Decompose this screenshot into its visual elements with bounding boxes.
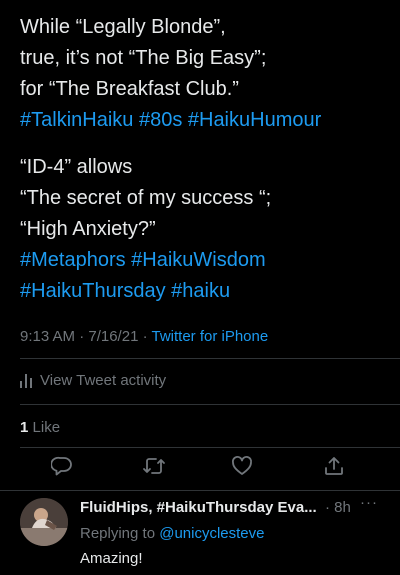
- hashtag-line[interactable]: #TalkinHaiku #80s #HaikuHumour: [20, 105, 390, 136]
- tweet-line: for “The Breakfast Club.”: [20, 78, 239, 100]
- tweet-line: true, it’s not “The Big Easy”;: [20, 47, 267, 69]
- reply-author-name: FluidHips, #HaikuThursday Eva...: [80, 499, 317, 516]
- replying-to: Replying to @unicyclesteve: [80, 525, 265, 542]
- tweet-source-link[interactable]: Twitter for iPhone: [151, 328, 268, 345]
- divider: [20, 447, 400, 448]
- share-icon: [323, 455, 345, 482]
- like-count-label: Like: [32, 419, 61, 436]
- tweet-text: While “Legally Blonde”, true, it’s not “…: [20, 12, 390, 307]
- tweet-line: “ID-4” allows: [20, 156, 133, 178]
- divider: [20, 404, 400, 405]
- reply-timestamp: · 8h: [325, 499, 351, 516]
- reply-text: Amazing!: [80, 550, 143, 567]
- view-activity-button[interactable]: View Tweet activity: [20, 372, 166, 389]
- replying-to-prefix: Replying to: [80, 525, 160, 542]
- like-count-number: 1: [20, 419, 29, 436]
- retweet-button[interactable]: [142, 456, 166, 480]
- more-options-icon[interactable]: ···: [360, 494, 378, 511]
- replying-to-handle[interactable]: @unicyclesteve: [159, 525, 264, 542]
- tweet-meta: 9:13 AM · 7/16/21 · Twitter for iPhone: [20, 328, 268, 345]
- avatar[interactable]: [20, 498, 68, 546]
- likes-count[interactable]: 1 Like: [20, 419, 60, 436]
- retweet-icon: [142, 455, 166, 482]
- heart-icon: [231, 455, 253, 482]
- divider: [20, 358, 400, 359]
- like-button[interactable]: [230, 455, 254, 482]
- reply-icon: [50, 455, 73, 482]
- tweet-line: “High Anxiety?”: [20, 218, 156, 240]
- tweet-line: While “Legally Blonde”,: [20, 16, 226, 38]
- reply-tweet[interactable]: FluidHips, #HaikuThursday Eva... · 8h ··…: [0, 490, 400, 575]
- view-activity-label: View Tweet activity: [40, 372, 167, 389]
- reply-author[interactable]: FluidHips, #HaikuThursday Eva...: [80, 499, 317, 516]
- reply-button[interactable]: [50, 456, 74, 480]
- hashtag-line[interactable]: #Metaphors #HaikuWisdom: [20, 245, 390, 276]
- hashtag-line[interactable]: #HaikuThursday #haiku: [20, 276, 390, 307]
- tweet-action-bar: [0, 455, 400, 484]
- bar-chart-icon: [20, 373, 32, 388]
- tweet-line: “The secret of my success “;: [20, 187, 272, 209]
- share-button[interactable]: [322, 456, 346, 480]
- tweet-timestamp: 9:13 AM · 7/16/21 ·: [20, 328, 152, 345]
